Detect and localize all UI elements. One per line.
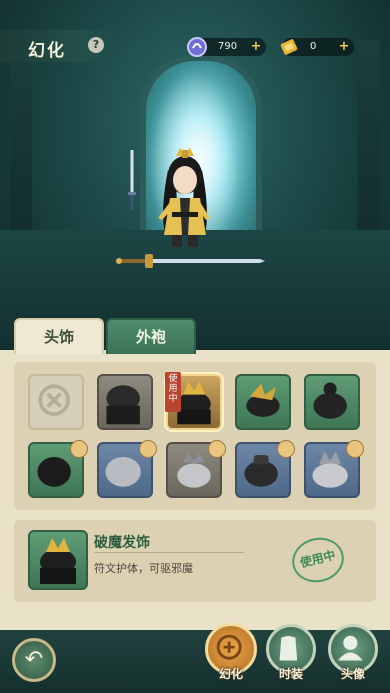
lock-badge-icon (208, 440, 226, 458)
page-title: 幻化 (28, 41, 66, 61)
hanging-sword-icon (128, 150, 136, 210)
nav-label-avatar: 头像 (340, 667, 365, 681)
hair-style-icon (106, 385, 140, 425)
tab-outer-robe[interactable]: 外袍 (106, 318, 196, 354)
tab-headwear[interactable]: 头饰 (14, 318, 104, 354)
in-use-tag: 使用中 (165, 372, 181, 412)
lock-badge-icon (139, 440, 157, 458)
spirit-orb-icon (187, 37, 207, 57)
selected-item-preview (28, 530, 88, 590)
nav-label-transform: 幻化 (218, 667, 243, 681)
no-headwear-icon (38, 384, 70, 416)
item-slot-gold-crest[interactable] (235, 374, 291, 430)
lock-badge-icon (346, 440, 364, 458)
item-name: 破魔发饰 (94, 535, 150, 551)
add-gold-ticket-button[interactable]: + (338, 40, 350, 53)
currency-spirit-orb: 790 + (187, 37, 266, 57)
item-description: 符文护体，可驱邪魔 (94, 562, 193, 575)
help-icon[interactable]: ? (88, 37, 104, 53)
divider (94, 552, 244, 553)
gold-ticket-icon (280, 39, 298, 55)
demon-breaker-headwear-icon (40, 538, 76, 584)
item-slot-none[interactable] (28, 374, 84, 430)
currency-gold-ticket: 0 + (280, 38, 354, 56)
left-pillar (10, 40, 32, 240)
back-arrow-icon[interactable]: ↶ (12, 638, 56, 682)
right-pillar (358, 40, 380, 240)
lock-badge-icon (277, 440, 295, 458)
add-spirit-orb-button[interactable]: + (250, 40, 262, 53)
topknot-hair-icon (313, 382, 347, 419)
item-slot-plain-hair[interactable] (97, 374, 153, 430)
hero-character[interactable] (140, 140, 230, 250)
gold-crest-headwear-icon (246, 383, 280, 417)
flying-sword-icon (116, 254, 265, 268)
nav-label-fashion: 时装 (278, 667, 303, 681)
lock-badge-icon (70, 440, 88, 458)
item-slot-topknot[interactable] (304, 374, 360, 430)
